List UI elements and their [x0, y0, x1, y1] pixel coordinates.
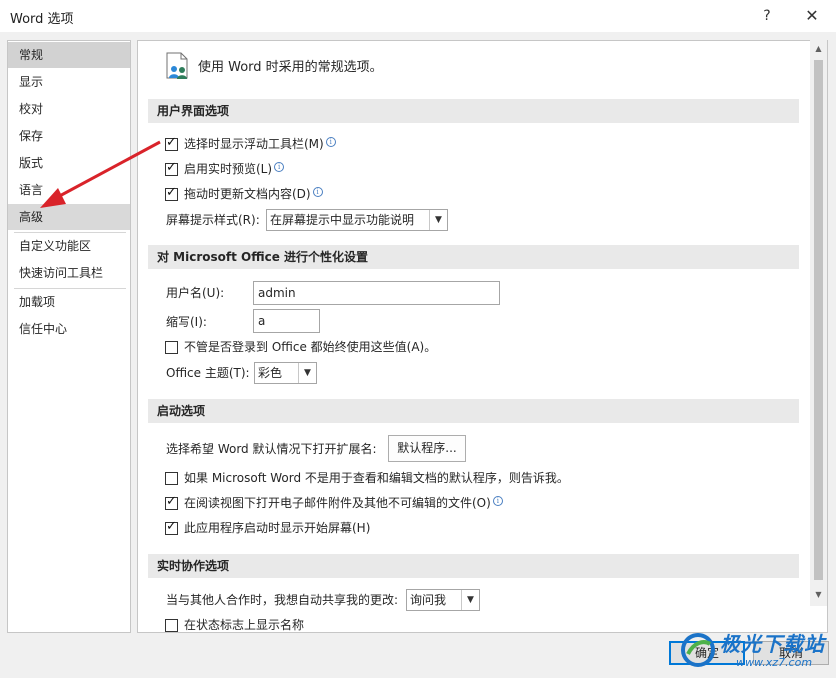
screentip-style-select[interactable]: 在屏幕提示中显示功能说明 ▼ — [266, 209, 448, 231]
options-panel: 使用 Word 时采用的常规选项。 用户界面选项 选择时显示浮动工具栏(M)i … — [137, 40, 828, 633]
close-button[interactable]: ✕ — [800, 4, 824, 28]
initials-label: 缩写(I): — [166, 315, 207, 329]
sidebar-item-proofing[interactable]: 校对 — [8, 96, 130, 122]
office-theme-value: 彩色 — [258, 366, 283, 380]
default-programs-button[interactable]: 默认程序... — [388, 435, 466, 462]
share-changes-select[interactable]: 询问我 ▼ — [406, 589, 480, 611]
live-preview-checkbox[interactable] — [165, 160, 178, 176]
tell-me-default-label: 如果 Microsoft Word 不是用于查看和编辑文档的默认程序，则告诉我。 — [184, 471, 569, 485]
info-icon[interactable]: i — [325, 137, 336, 147]
scroll-up-icon[interactable]: ▲ — [810, 44, 827, 56]
sidebar-item-save[interactable]: 保存 — [8, 123, 130, 149]
sidebar-item-addins[interactable]: 加载项 — [8, 289, 130, 315]
tell-me-default-checkbox[interactable] — [165, 472, 178, 485]
section-ui-options: 用户界面选项 — [148, 99, 799, 123]
open-attachments-checkbox[interactable] — [165, 494, 178, 510]
general-options-icon — [166, 52, 188, 79]
update-on-drag-label: 拖动时更新文档内容(D) — [184, 187, 311, 201]
watermark-logo-icon — [681, 633, 715, 667]
always-use-values-label: 不管是否登录到 Office 都始终使用这些值(A)。 — [184, 340, 437, 354]
open-attachments-label: 在阅读视图下打开电子邮件附件及其他不可编辑的文件(O) — [184, 496, 491, 510]
sidebar-item-typography[interactable]: 版式 — [8, 150, 130, 176]
office-theme-label: Office 主题(T): — [166, 366, 250, 380]
sidebar-item-general[interactable]: 常规 — [8, 42, 130, 68]
share-changes-value: 询问我 — [410, 593, 447, 607]
chevron-down-icon: ▼ — [429, 210, 447, 230]
sidebar-item-customize-ribbon[interactable]: 自定义功能区 — [8, 233, 130, 259]
show-start-screen-checkbox[interactable] — [165, 519, 178, 535]
title-bar: Word 选项 ? ✕ — [0, 0, 836, 32]
username-field[interactable]: admin — [253, 281, 500, 305]
section-startup: 启动选项 — [148, 399, 799, 423]
live-preview-label: 启用实时预览(L) — [184, 162, 273, 176]
open-attachments-row: 在阅读视图下打开电子邮件附件及其他不可编辑的文件(O) i — [184, 493, 503, 513]
sidebar-item-quick-access-toolbar[interactable]: 快速访问工具栏 — [8, 260, 130, 286]
default-extensions-label: 选择希望 Word 默认情况下打开扩展名: — [166, 442, 377, 456]
sidebar-item-display[interactable]: 显示 — [8, 69, 130, 95]
minitoolbar-checkbox[interactable] — [165, 135, 178, 151]
watermark-url: www.xz7.com — [736, 656, 813, 669]
screentip-style-value: 在屏幕提示中显示功能说明 — [270, 213, 415, 227]
sidebar-nav: 常规 显示 校对 保存 版式 语言 高级 自定义功能区 快速访问工具栏 加载项 … — [7, 40, 131, 633]
show-names-label: 在状态标志上显示名称 — [184, 618, 305, 632]
username-label: 用户名(U): — [166, 286, 225, 300]
page-description: 使用 Word 时采用的常规选项。 — [198, 60, 383, 75]
chevron-down-icon: ▼ — [298, 363, 316, 383]
share-changes-label: 当与其他人合作时，我想自动共享我的更改: — [166, 593, 399, 607]
minitoolbar-row: 选择时显示浮动工具栏(M) i — [184, 134, 336, 154]
minitoolbar-label: 选择时显示浮动工具栏(M) — [184, 137, 324, 151]
update-on-drag-row: 拖动时更新文档内容(D) i — [184, 184, 323, 204]
screentip-style-label: 屏幕提示样式(R): — [166, 213, 260, 227]
info-icon[interactable]: i — [274, 162, 285, 172]
initials-field[interactable]: a — [253, 309, 320, 333]
chevron-down-icon: ▼ — [461, 590, 479, 610]
sidebar-item-advanced[interactable]: 高级 — [8, 204, 130, 230]
sidebar-item-trust-center[interactable]: 信任中心 — [8, 316, 130, 342]
show-start-screen-label: 此应用程序启动时显示开始屏幕(H) — [184, 521, 371, 535]
always-use-values-checkbox[interactable] — [165, 341, 178, 354]
info-icon[interactable]: i — [492, 496, 503, 506]
section-personalize: 对 Microsoft Office 进行个性化设置 — [148, 245, 799, 269]
sidebar-item-language[interactable]: 语言 — [8, 177, 130, 203]
scroll-down-icon[interactable]: ▼ — [810, 590, 827, 602]
vertical-scrollbar[interactable]: ▲ ▼ — [810, 40, 827, 606]
office-theme-select[interactable]: 彩色 ▼ — [254, 362, 317, 384]
window-title: Word 选项 — [10, 12, 74, 27]
live-preview-row: 启用实时预览(L) i — [184, 159, 285, 179]
info-icon[interactable]: i — [312, 187, 323, 197]
watermark-name: 极光下载站 — [720, 632, 825, 656]
section-collaboration: 实时协作选项 — [148, 554, 799, 578]
watermark: 极光下载站 www.xz7.com — [676, 626, 832, 676]
show-names-checkbox[interactable] — [165, 619, 178, 632]
help-button[interactable]: ? — [756, 4, 778, 28]
scroll-thumb[interactable] — [814, 60, 823, 580]
update-on-drag-checkbox[interactable] — [165, 185, 178, 201]
